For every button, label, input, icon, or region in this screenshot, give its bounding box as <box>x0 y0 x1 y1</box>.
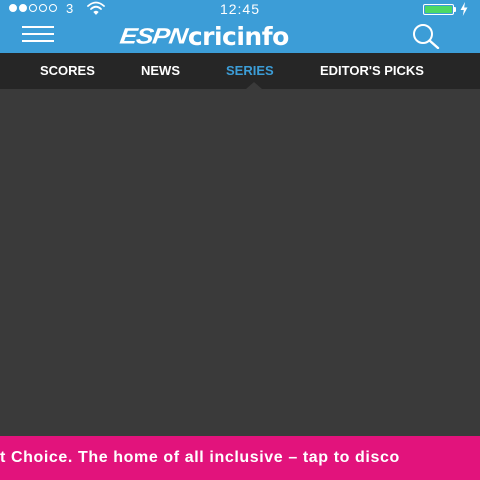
app-screen: 3 12:45 ESPN cricinfo SCORES NEWS SERIES… <box>0 0 480 480</box>
hamburger-menu-icon-line <box>22 33 54 35</box>
tab-scores[interactable]: SCORES <box>40 53 95 89</box>
ad-banner[interactable]: t Choice. The home of all inclusive – ta… <box>0 436 480 480</box>
espncricinfo-logo[interactable]: ESPN cricinfo <box>118 20 362 52</box>
tab-editors-picks[interactable]: EDITOR'S PICKS <box>320 53 424 89</box>
search-icon[interactable] <box>410 23 442 49</box>
battery-tip <box>454 7 456 12</box>
tab-news[interactable]: NEWS <box>141 53 180 89</box>
battery-level-fill <box>425 6 452 13</box>
series-content-area <box>0 89 480 436</box>
hamburger-menu-icon-line <box>22 40 54 42</box>
hamburger-menu-icon-line <box>22 26 54 28</box>
app-header: 3 12:45 ESPN cricinfo <box>0 0 480 53</box>
battery-icon <box>423 4 456 15</box>
section-nav-bar: SCORES NEWS SERIES EDITOR'S PICKS <box>0 53 480 89</box>
status-bar: 3 12:45 <box>0 0 480 18</box>
menu-button[interactable] <box>22 26 54 44</box>
logo-cricinfo-text: cricinfo <box>187 21 289 51</box>
logo-espn-text: ESPN <box>118 22 189 49</box>
status-time: 12:45 <box>219 1 261 17</box>
charging-bolt-icon <box>460 2 468 16</box>
ad-banner-text: t Choice. The home of all inclusive – ta… <box>0 449 400 466</box>
active-tab-indicator <box>246 82 262 89</box>
